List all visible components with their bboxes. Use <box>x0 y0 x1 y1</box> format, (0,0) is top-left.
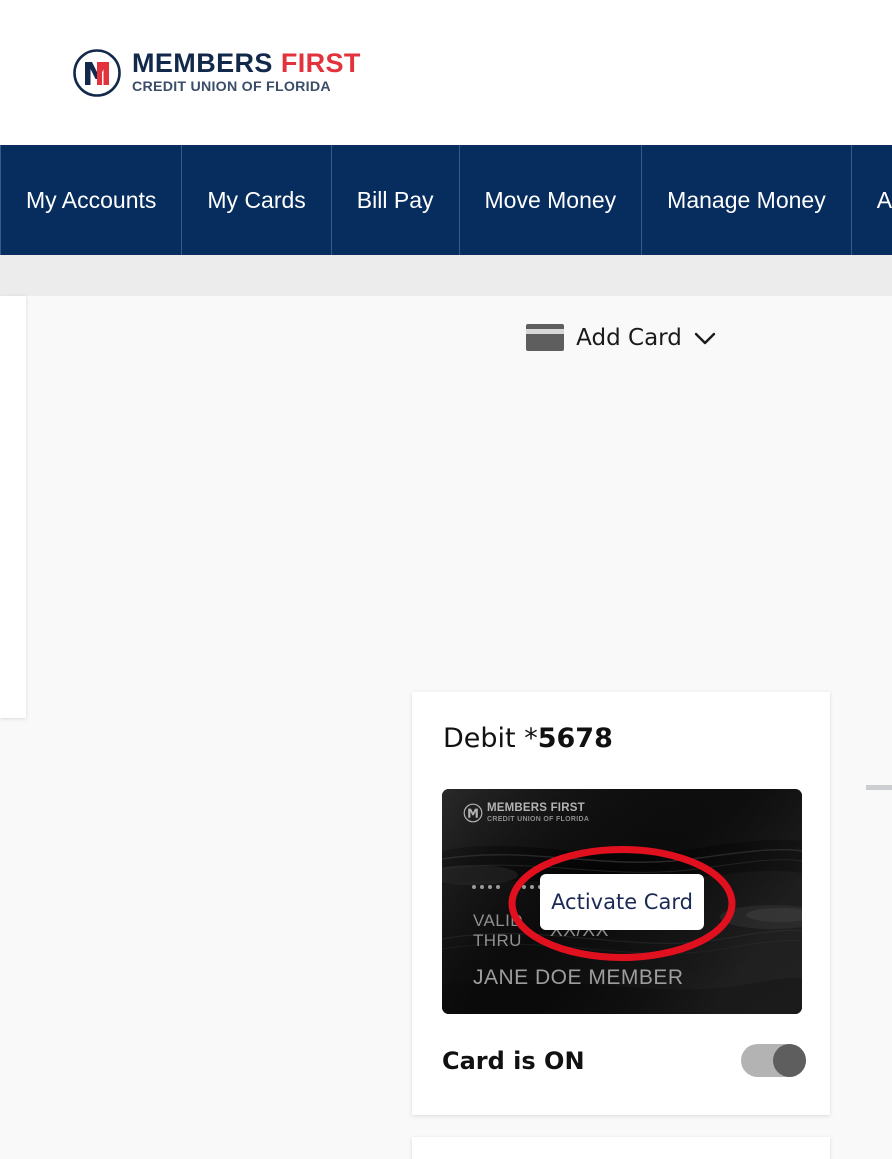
add-card-label: Add Card <box>576 324 682 351</box>
brand-name-row: MEMBERS FIRST <box>132 50 361 77</box>
main-navigation: My Accounts My Cards Bill Pay Move Money… <box>0 145 892 255</box>
page-content: Add Card Debit *5678 MEMBERS FIRST CREDI… <box>0 296 892 1159</box>
adjacent-card-panel[interactable] <box>0 296 26 718</box>
adjacent-card-panel-divider <box>866 785 892 790</box>
add-card-control[interactable]: Add Card <box>412 324 830 351</box>
sub-navigation-bar <box>0 255 892 296</box>
card-status-label: Card is ON <box>442 1046 585 1075</box>
brand-logo-text: MEMBERS FIRST CREDIT UNION OF FLORIDA <box>132 50 361 96</box>
card-on-off-toggle[interactable] <box>741 1044 806 1077</box>
card-valid-thru-label: VALID THRU <box>473 911 523 951</box>
card-details-title: Card Details <box>412 1137 830 1159</box>
chevron-down-icon[interactable] <box>694 331 716 345</box>
nav-item-my-cards[interactable]: My Cards <box>182 145 332 255</box>
nav-item-move-money[interactable]: Move Money <box>460 145 643 255</box>
nav-item-my-accounts[interactable]: My Accounts <box>0 145 183 255</box>
brand-logo[interactable]: MEMBERS FIRST CREDIT UNION OF FLORIDA <box>72 48 361 98</box>
card-panel-title: Debit *5678 <box>412 692 830 754</box>
brand-name-primary: MEMBERS <box>132 48 273 79</box>
toggle-knob <box>773 1044 806 1077</box>
card-status-row: Card is ON <box>442 1044 806 1077</box>
card-artwork-brand-name: MEMBERS FIRST <box>487 802 585 814</box>
card-artwork-tagline: CREDIT UNION OF FLORIDA <box>487 816 590 823</box>
nav-item-bill-pay[interactable]: Bill Pay <box>332 145 460 255</box>
members-first-monogram-icon <box>463 803 483 823</box>
members-first-monogram-icon <box>72 48 122 98</box>
card-valid-thru-line2: THRU <box>473 931 522 951</box>
card-holder-name: JANE DOE MEMBER <box>473 966 684 989</box>
brand-name-accent: FIRST <box>280 48 361 79</box>
brand-tagline: CREDIT UNION OF FLORIDA <box>132 79 331 96</box>
credit-card-icon <box>526 324 565 351</box>
card-mask-separator: * <box>524 723 538 754</box>
card-number-dots <box>472 885 550 889</box>
nav-item-manage-money[interactable]: Manage Money <box>642 145 852 255</box>
card-details-panel: Card Details Spend Insights <box>412 1137 830 1159</box>
card-number-dot-group <box>472 885 500 889</box>
card-last-four: 5678 <box>537 723 613 754</box>
card-artwork-logo: MEMBERS FIRST CREDIT UNION OF FLORIDA <box>463 802 590 823</box>
card-valid-thru-line1: VALID <box>473 911 523 930</box>
card-type-label: Debit <box>443 723 516 754</box>
card-artwork-logo-text: MEMBERS FIRST CREDIT UNION OF FLORIDA <box>487 802 590 823</box>
nav-item-partial[interactable]: A <box>852 145 892 255</box>
activate-card-button[interactable]: Activate Card <box>540 874 704 930</box>
site-header: MEMBERS FIRST CREDIT UNION OF FLORIDA <box>0 0 892 145</box>
